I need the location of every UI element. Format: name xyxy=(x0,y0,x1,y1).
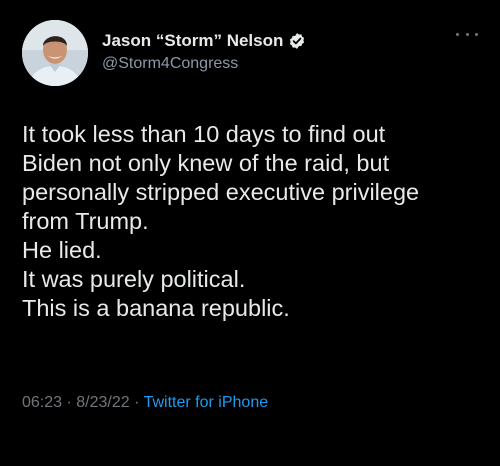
display-name[interactable]: Jason “Storm” Nelson xyxy=(102,31,283,51)
avatar[interactable] xyxy=(22,20,88,86)
verified-badge-icon xyxy=(288,32,306,50)
handle[interactable]: @Storm4Congress xyxy=(102,55,306,73)
meta-separator: · xyxy=(134,394,140,411)
tweet-line: It was purely political. xyxy=(22,266,246,292)
more-dot xyxy=(475,32,478,36)
tweet-meta: 06:23 · 8/23/22 · Twitter for iPhone xyxy=(22,394,268,412)
tweet-card: Jason “Storm” Nelson @Storm4Congress It … xyxy=(0,0,500,466)
tweet-text: It took less than 10 days to find out Bi… xyxy=(22,120,482,323)
tweet-line: personally stripped executive privilege xyxy=(22,179,420,205)
more-dot xyxy=(456,32,459,36)
tweet-line: Biden not only knew of the raid, but xyxy=(22,150,390,176)
tweet-line: It took less than 10 days to find out xyxy=(22,121,386,147)
tweet-time[interactable]: 06:23 xyxy=(22,394,62,411)
more-dot xyxy=(465,32,469,36)
tweet-line: He lied. xyxy=(22,237,102,263)
more-options-icon[interactable] xyxy=(456,28,478,40)
meta-separator: · xyxy=(66,394,72,411)
tweet-source-link[interactable]: Twitter for iPhone xyxy=(144,394,269,411)
author-info: Jason “Storm” Nelson @Storm4Congress xyxy=(102,30,306,73)
tweet-line: This is a banana republic. xyxy=(22,295,290,321)
name-row: Jason “Storm” Nelson xyxy=(102,30,306,52)
tweet-line: from Trump. xyxy=(22,208,149,234)
tweet-date[interactable]: 8/23/22 xyxy=(76,394,129,411)
tweet-header: Jason “Storm” Nelson @Storm4Congress xyxy=(22,20,478,88)
